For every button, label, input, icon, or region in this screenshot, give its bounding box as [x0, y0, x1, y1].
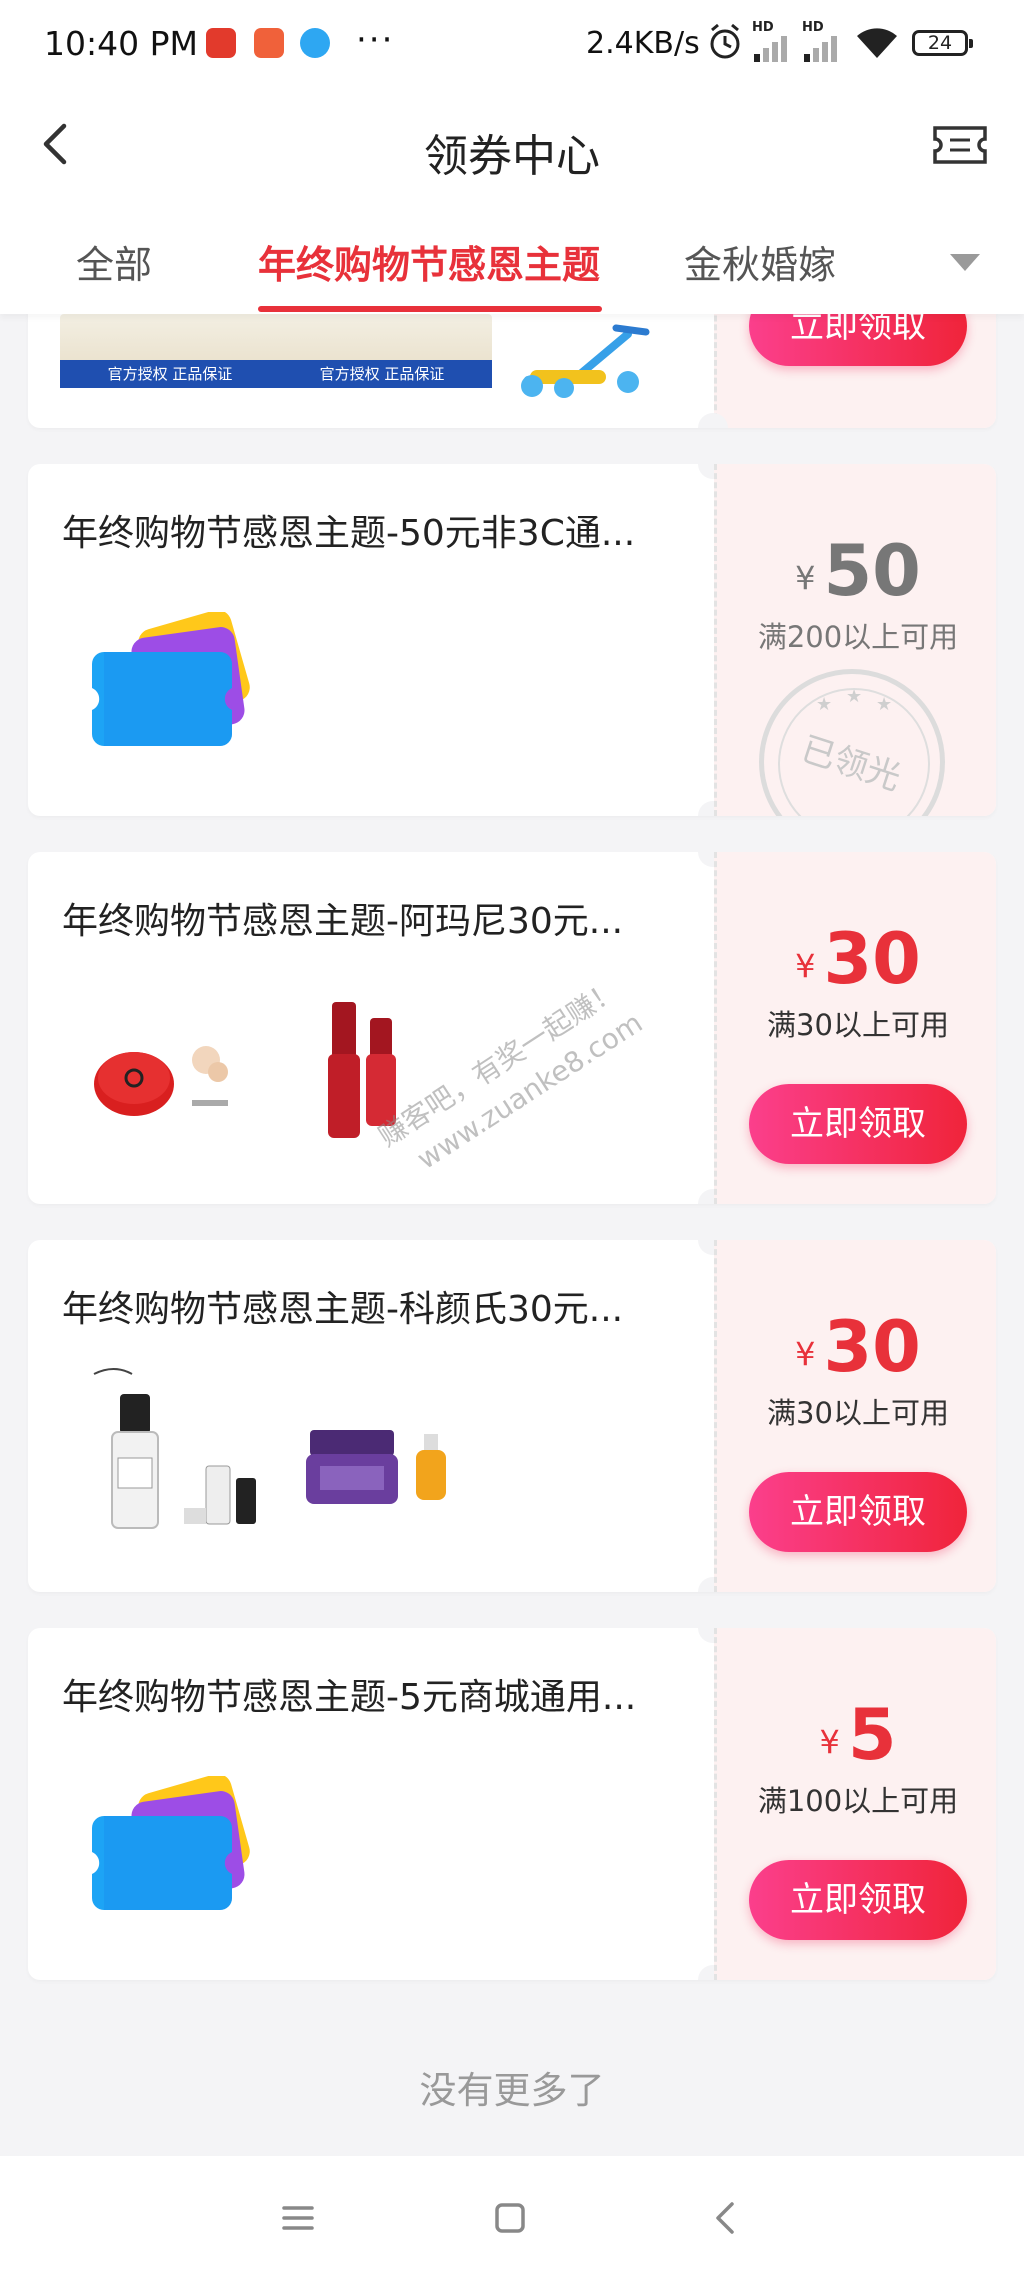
stamp-star-icon: ★ — [876, 694, 893, 715]
coupon-value-panel: ¥5 满100以上可用 立即领取 — [714, 1628, 996, 1980]
coupon-edge — [28, 872, 37, 1184]
coupon-value-panel: ¥50 满200以上可用 ★ ★ ★ 已领光 ★ ★ — [714, 464, 996, 816]
serum-product-image — [93, 1368, 256, 1529]
nav-back-icon[interactable] — [696, 2188, 756, 2248]
currency-symbol: ¥ — [795, 559, 816, 597]
dropdown-triangle-icon[interactable] — [950, 254, 980, 271]
app-notification-icon — [206, 28, 236, 58]
ticket-icon[interactable] — [930, 120, 990, 170]
coupon-edge — [28, 300, 37, 408]
coupon-card: 年终购物节感恩主题-科颜氏30元... ¥30 满30以上可用 立即领取 — [28, 1240, 996, 1592]
coupon-edge — [987, 872, 996, 1184]
coupon-edge — [987, 1260, 996, 1572]
coupon-condition: 满200以上可用 — [757, 620, 959, 654]
app-notification-icon — [300, 28, 330, 58]
stamp-star-icon: ★ — [846, 686, 863, 707]
coupon-edge — [28, 1260, 37, 1572]
cushion-product-image — [94, 1046, 228, 1116]
coupon-amount: ¥30 — [717, 1306, 996, 1388]
claim-button[interactable]: 立即领取 — [749, 1084, 967, 1164]
status-time: 10:40 PM — [44, 24, 198, 63]
amount-value: 5 — [847, 1694, 897, 1776]
more-notifications-icon: ··· — [356, 20, 395, 60]
coupon-amount: ¥5 — [717, 1694, 996, 1776]
coupon-condition: 满30以上可用 — [767, 1008, 949, 1042]
amount-value: 50 — [823, 530, 921, 612]
top-header: 领券中心 — [0, 90, 1024, 210]
coupon-title: 年终购物节感恩主题-科颜氏30元... — [62, 1289, 624, 1330]
coupon-title: 年终购物节感恩主题-50元非3C通... — [62, 513, 636, 554]
tab-all[interactable]: 全部 — [76, 234, 152, 289]
ticket-logo-icon — [92, 612, 250, 746]
stamp-star-icon: ★ — [816, 694, 833, 715]
lip-tint-product-image — [328, 1002, 396, 1138]
menu-icon[interactable] — [268, 2188, 328, 2248]
claim-button[interactable]: 立即领取 — [749, 1472, 967, 1552]
home-square-icon[interactable] — [480, 2188, 540, 2248]
signal-icon — [804, 36, 837, 62]
coupon-title: 年终购物节感恩主题-5元商城通用... — [62, 1677, 637, 1718]
app-notification-icon — [254, 28, 284, 58]
currency-symbol: ¥ — [795, 1335, 816, 1373]
wifi-icon — [857, 28, 897, 58]
scooter-product-image — [521, 324, 650, 398]
no-more-text: 没有更多了 — [419, 2069, 605, 2112]
currency-symbol: ¥ — [795, 947, 816, 985]
product-image: 官方授权 正品保证 — [272, 314, 492, 388]
battery-icon: 24 — [912, 30, 973, 56]
cream-product-image — [306, 1430, 446, 1504]
sold-out-stamp: ★ ★ ★ 已领光 ★ ★ — [759, 669, 945, 816]
network-type-badge: HD — [752, 20, 774, 35]
amount-value: 30 — [823, 1306, 921, 1388]
status-bar: 10:40 PM ··· 2.4KB/s HD HD 24 — [0, 0, 1024, 90]
network-type-badge: HD — [802, 20, 824, 35]
coupon-amount: ¥30 — [717, 918, 996, 1000]
coupon-title: 年终购物节感恩主题-阿玛尼30元... — [62, 901, 624, 942]
amount-value: 30 — [823, 918, 921, 1000]
coupon-edge — [28, 484, 37, 796]
tab-autumn-wedding[interactable]: 金秋婚嫁 — [684, 234, 836, 289]
coupon-card: 年终购物节感恩主题-阿玛尼30元... ¥30 满30以上可用 立即领取 — [28, 852, 996, 1204]
product-badge: 官方授权 正品保证 — [60, 360, 280, 388]
claim-button[interactable]: 立即领取 — [749, 1860, 967, 1940]
coupon-amount: ¥50 — [717, 530, 996, 612]
coupon-card: 年终购物节感恩主题-5元商城通用... ¥5 满100以上可用 立即领取 — [28, 1628, 996, 1980]
coupon-edge — [987, 1648, 996, 1960]
product-image: 官方授权 正品保证 — [60, 314, 280, 388]
coupon-condition: 满100以上可用 — [757, 1784, 959, 1818]
product-badge: 官方授权 正品保证 — [272, 360, 492, 388]
ticket-logo-icon — [92, 1776, 250, 1910]
system-nav-bar — [0, 2156, 1024, 2276]
alarm-icon — [710, 23, 740, 59]
network-speed: 2.4KB/s — [586, 26, 700, 61]
coupon-value-panel: ¥30 满30以上可用 立即领取 — [714, 1240, 996, 1592]
coupon-edge — [987, 300, 996, 408]
signal-icon — [754, 36, 787, 62]
coupon-edge — [987, 484, 996, 796]
coupon-condition: 满30以上可用 — [767, 1396, 949, 1430]
coupon-edge — [28, 1648, 37, 1960]
category-tabs: 全部 年终购物节感恩主题 金秋婚嫁 — [0, 210, 1024, 314]
stamp-text: 已领光 — [796, 729, 906, 799]
coupon-value-panel: ¥30 满30以上可用 立即领取 — [714, 852, 996, 1204]
currency-symbol: ¥ — [819, 1723, 840, 1761]
page-title: 领券中心 — [424, 131, 600, 182]
active-tab-indicator — [258, 306, 602, 312]
tab-year-end-thanks[interactable]: 年终购物节感恩主题 — [258, 234, 600, 289]
coupon-card: 年终购物节感恩主题-50元非3C通... ¥50 满200以上可用 ★ ★ ★ … — [28, 464, 996, 816]
